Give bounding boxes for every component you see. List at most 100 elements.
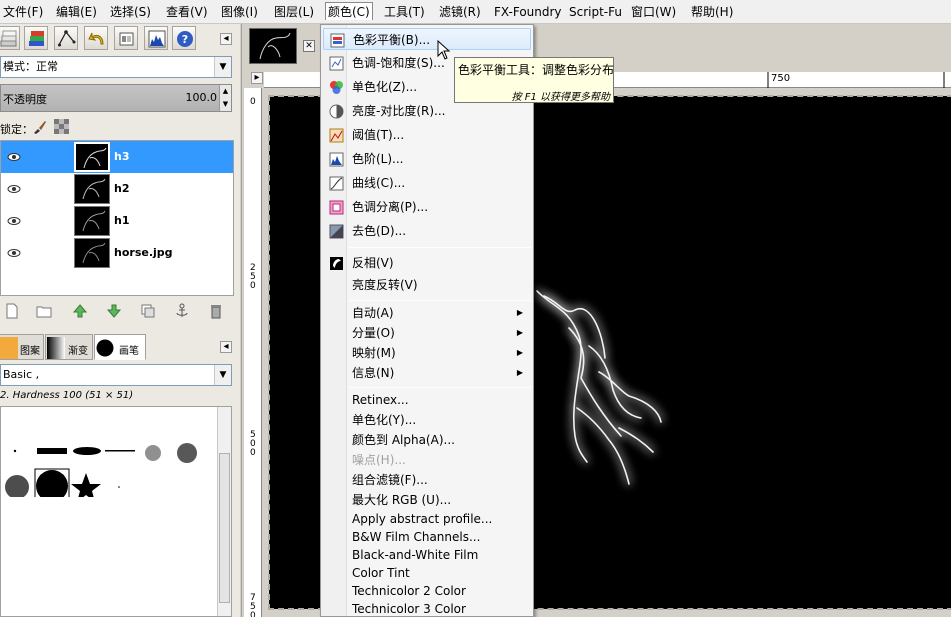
layer-row-horse[interactable]: horse.jpg xyxy=(1,237,233,269)
dock-menu-arrow[interactable]: ◂ xyxy=(220,33,232,45)
layer-row-h2[interactable]: h2 xyxy=(1,173,233,205)
menu-item-invert[interactable]: 反相(V) xyxy=(323,252,531,274)
menu-item-retinex[interactable]: Retinex... xyxy=(323,389,531,411)
tab-undo-history[interactable] xyxy=(84,26,108,50)
layer-row-h1[interactable]: h1 xyxy=(1,205,233,237)
close-icon[interactable]: ✕ xyxy=(303,40,315,52)
anchor-icon[interactable] xyxy=(174,303,190,319)
menu-file[interactable]: 文件(F) xyxy=(1,3,45,21)
menu-item-auto[interactable]: 自动(A) ▶ xyxy=(323,302,531,324)
layer-thumbnail xyxy=(74,174,110,204)
color-balance-icon xyxy=(330,33,345,48)
menu-item-desaturate[interactable]: 去色(D)... xyxy=(323,220,531,242)
tab-gradients[interactable]: 渐变 xyxy=(45,334,93,360)
lock-alpha-checker-icon[interactable] xyxy=(54,119,69,134)
lower-layer-icon[interactable] xyxy=(106,303,122,319)
tab-channels[interactable] xyxy=(114,26,138,50)
tab-label: 渐变 xyxy=(68,346,88,357)
tab-layers[interactable] xyxy=(24,26,48,50)
scrollbar-thumb[interactable] xyxy=(219,453,230,603)
brush-preset-select[interactable]: Basic , ▼ xyxy=(0,364,232,386)
menu-item-info[interactable]: 信息(N) ▶ xyxy=(323,362,531,384)
threshold-icon xyxy=(329,128,344,143)
dock-tab-row: ? ◂ xyxy=(0,26,240,52)
tab-label: 图案 xyxy=(20,346,40,357)
tab-tool-options[interactable] xyxy=(0,26,20,50)
resource-tabs: 图案 渐变 画笔 ◂ xyxy=(0,334,240,360)
colorize-icon xyxy=(330,81,343,94)
menu-item-filter-pack[interactable]: 组合滤镜(F)... xyxy=(323,469,531,491)
menu-select[interactable]: 选择(S) xyxy=(108,3,153,21)
tab-label: 画笔 xyxy=(119,346,139,357)
image-tab-thumbnail[interactable] xyxy=(249,28,297,64)
menu-item-brightness-contrast[interactable]: 亮度-对比度(R)... xyxy=(323,100,531,122)
invert-icon xyxy=(330,257,343,270)
menu-item-curves[interactable]: 曲线(C)... xyxy=(323,172,531,194)
raise-layer-icon[interactable] xyxy=(72,303,88,319)
menu-windows[interactable]: 窗口(W) xyxy=(629,3,678,21)
eye-icon[interactable] xyxy=(7,182,21,196)
menu-item-map[interactable]: 映射(M) ▶ xyxy=(323,342,531,364)
brush-star xyxy=(71,473,101,497)
delete-layer-icon[interactable] xyxy=(208,303,224,319)
menu-item-posterize[interactable]: 色调分离(P)... xyxy=(323,196,531,218)
menu-edit[interactable]: 编辑(E) xyxy=(54,3,99,21)
menu-item-label: 信息(N) xyxy=(352,366,395,380)
menu-fx-foundry[interactable]: FX-Foundry xyxy=(492,3,564,21)
vertical-ruler: 0 250 500 750 xyxy=(244,88,262,617)
image-menu-arrow[interactable]: ▸ xyxy=(251,72,263,84)
menu-item-label: 去色(D)... xyxy=(352,224,407,238)
menu-item-levels[interactable]: 色阶(L)... xyxy=(323,148,531,170)
eye-icon[interactable] xyxy=(7,246,21,260)
tab-help[interactable]: ? xyxy=(172,26,196,50)
lock-pixels-brush-icon[interactable] xyxy=(32,120,46,134)
menu-item-components[interactable]: 分量(O) ▶ xyxy=(323,322,531,344)
brushes-scrollbar[interactable] xyxy=(217,407,231,616)
menu-item-mono-mixer[interactable]: 单色化(Y)... xyxy=(323,409,531,431)
brush-previews xyxy=(5,443,197,497)
menu-item-label: 色调-饱和度(S)... xyxy=(352,56,445,70)
opacity-spinner[interactable]: ▲ ▼ xyxy=(219,85,231,111)
duplicate-layer-icon[interactable] xyxy=(140,303,156,319)
menu-item-threshold[interactable]: 阈值(T)... xyxy=(323,124,531,146)
menu-item-label: 曲线(C)... xyxy=(352,176,406,190)
eye-icon[interactable] xyxy=(7,150,21,164)
tooltip-hint: 按 F1 以获得更多帮助 xyxy=(511,92,610,103)
menu-item-technicolor-3[interactable]: Technicolor 3 Color xyxy=(323,598,531,617)
layer-mode-select[interactable]: 模式：正常 ▼ xyxy=(0,56,232,78)
menu-item-label: 色调分离(P)... xyxy=(352,200,429,214)
tab-paths[interactable] xyxy=(54,26,78,50)
menu-item-value-invert[interactable]: 亮度反转(V) xyxy=(323,274,531,296)
opacity-slider[interactable]: 不透明度 100.0 ▲ ▼ xyxy=(0,84,232,112)
menu-tools[interactable]: 工具(T) xyxy=(382,3,427,21)
tab-patterns[interactable]: 图案 xyxy=(0,334,44,360)
left-dock: ? ◂ 模式：正常 ▼ 不透明度 100.0 ▲▼ 锁定： h3 h2 h1 xyxy=(0,24,240,617)
colors-menu: 色彩平衡(B)... 色调-饱和度(S)... 单色化(Z)... 亮度-对比度… xyxy=(320,24,534,617)
opacity-label: 不透明度 xyxy=(3,93,47,106)
tab-brushes[interactable]: 画笔 xyxy=(94,334,146,360)
dock-menu-arrow[interactable]: ◂ xyxy=(220,341,232,353)
menu-help[interactable]: 帮助(H) xyxy=(689,3,735,21)
brush-fuzzy-small xyxy=(145,445,161,461)
channels-icon xyxy=(119,32,134,46)
new-layer-icon[interactable] xyxy=(4,303,20,319)
menu-item-color-balance[interactable]: 色彩平衡(B)... xyxy=(323,28,531,50)
chevron-down-icon: ▼ xyxy=(214,57,231,77)
menu-item-color-to-alpha[interactable]: 颜色到 Alpha(A)... xyxy=(323,429,531,451)
menu-filters[interactable]: 滤镜(R) xyxy=(437,3,483,21)
layer-row-h3[interactable]: h3 xyxy=(1,141,233,173)
menu-colors[interactable]: 颜色(C) xyxy=(325,2,373,20)
tab-histogram[interactable] xyxy=(144,26,168,50)
layer-name: h3 xyxy=(114,150,130,163)
menu-item-label: 自动(A) xyxy=(352,306,394,320)
menu-image[interactable]: 图像(I) xyxy=(219,3,260,21)
menu-view[interactable]: 查看(V) xyxy=(164,3,210,21)
menu-script-fu[interactable]: Script-Fu xyxy=(567,3,624,21)
menu-item-label: 色阶(L)... xyxy=(352,152,404,166)
tool-options-icon xyxy=(0,30,17,47)
menu-layer[interactable]: 图层(L) xyxy=(272,3,316,21)
brush-line xyxy=(105,450,135,452)
brush-ellipse xyxy=(73,447,101,455)
eye-icon[interactable] xyxy=(7,214,21,228)
folder-icon[interactable] xyxy=(36,303,52,319)
